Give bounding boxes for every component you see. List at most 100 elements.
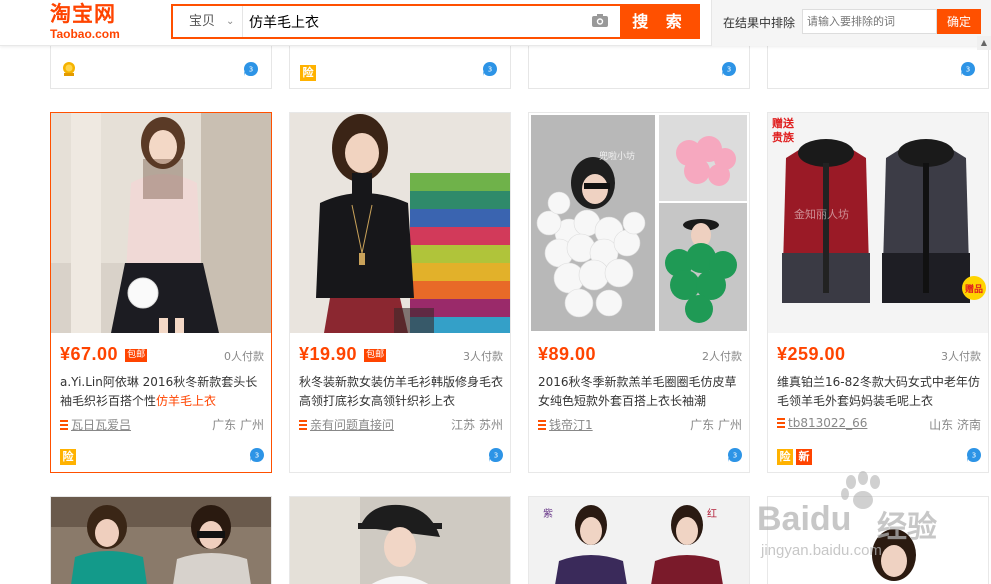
paid-count: 3人付款	[463, 350, 503, 363]
chevron-down-icon: ⌄	[226, 16, 235, 27]
svg-text:3: 3	[733, 452, 737, 460]
price: ¥19.90	[299, 344, 358, 364]
shop-link[interactable]: 钱帝汀1	[549, 418, 593, 432]
exclude-label: 在结果中排除	[723, 16, 796, 30]
insurance-badge[interactable]: 险	[777, 449, 793, 465]
product-photo[interactable]	[51, 497, 272, 584]
logo-en-text: Taobao.com	[50, 27, 120, 41]
exclude-confirm-button[interactable]: 确定	[937, 9, 981, 34]
svg-text:3: 3	[727, 66, 731, 74]
price: ¥259.00	[777, 344, 846, 364]
shop-icon	[538, 420, 546, 430]
search-type-label: 宝贝	[189, 14, 216, 29]
search-box: 宝贝 ⌄ 搜 索	[171, 4, 700, 39]
product-photo[interactable]	[768, 497, 989, 584]
new-badge[interactable]: 新	[796, 449, 812, 465]
product-card-top-3[interactable]: 3	[528, 46, 750, 89]
product-photo[interactable]: 兜啦小坊	[529, 113, 749, 333]
product-photo[interactable]: 紫 红	[529, 497, 750, 584]
product-card-top-2[interactable]: 险 3	[289, 46, 511, 89]
search-type-dropdown[interactable]: 宝贝 ⌄	[173, 6, 243, 37]
camera-icon[interactable]	[591, 13, 609, 28]
shop-icon	[777, 418, 785, 428]
photo-tag-text: 赠送	[772, 116, 795, 130]
product-card-bottom-1[interactable]	[50, 496, 272, 584]
search-input[interactable]	[249, 6, 579, 37]
product-card[interactable]: ¥19.90 包邮 3人付款 秋冬装新款女装仿羊毛衫韩版修身毛衣高领打底衫女高领…	[289, 112, 511, 473]
photo-tag2-text: 贵族	[772, 130, 795, 144]
svg-text:3: 3	[494, 452, 498, 460]
shop-row: tb813022_66 山东 济南	[777, 416, 982, 432]
product-title-text: 2016秋冬季新款羔羊毛圈圈毛仿皮草女纯色短款外套百搭上衣长袖潮	[538, 375, 737, 408]
free-shipping-badge: 包邮	[125, 349, 148, 362]
wangwang-chat-icon[interactable]: 3	[721, 61, 737, 77]
product-photo[interactable]	[290, 497, 511, 584]
shop-icon	[60, 420, 68, 430]
shop-link[interactable]: 亲有问题直接问	[310, 418, 394, 432]
product-title[interactable]: 2016秋冬季新款羔羊毛圈圈毛仿皮草女纯色短款外套百搭上衣长袖潮	[538, 373, 743, 411]
product-title-text: 维真铂兰16-82冬款大码女式中老年仿毛领羊毛外套妈妈装毛呢上衣	[777, 375, 980, 408]
paid-count: 2人付款	[702, 350, 742, 363]
price: ¥89.00	[538, 344, 597, 364]
color-label-purple: 紫	[543, 508, 553, 520]
photo-watermark-text: 金知丽人坊	[794, 207, 849, 221]
svg-text:3: 3	[972, 452, 976, 460]
product-photo[interactable]	[290, 113, 510, 333]
exclude-panel: 在结果中排除 确定	[711, 0, 991, 46]
insurance-badge[interactable]: 险	[60, 449, 76, 465]
free-shipping-badge: 包邮	[364, 349, 387, 362]
wangwang-chat-icon[interactable]: 3	[243, 61, 259, 77]
product-card[interactable]: 兜啦小坊 ¥89.00 2人付款 2016秋冬季新款羔羊毛圈圈毛仿皮草女纯色短款…	[528, 112, 750, 473]
shop-row: 亲有问题直接问 江苏 苏州	[299, 416, 504, 432]
svg-text:3: 3	[966, 66, 970, 74]
service-icons: 3	[299, 445, 504, 463]
gold-medal-icon	[61, 61, 77, 81]
product-title[interactable]: 维真铂兰16-82冬款大码女式中老年仿毛领羊毛外套妈妈装毛呢上衣	[777, 373, 982, 411]
price: ¥67.00	[60, 344, 119, 364]
wangwang-chat-icon[interactable]: 3	[249, 447, 265, 463]
product-card[interactable]: ¥67.00 包邮 0人付款 a.Yi.Lin阿依琳 2016秋冬新款套头长袖毛…	[50, 112, 272, 473]
product-card-top-1[interactable]: 3	[50, 46, 272, 89]
search-button[interactable]: 搜 索	[620, 4, 700, 39]
product-title[interactable]: 秋冬装新款女装仿羊毛衫韩版修身毛衣高领打底衫女高领针织衫上衣	[299, 373, 504, 411]
exclude-input[interactable]	[802, 9, 937, 34]
product-photo[interactable]	[51, 113, 271, 333]
insurance-badge: 险	[300, 65, 316, 81]
scroll-up-arrow-icon[interactable]: ▲	[977, 36, 991, 50]
wangwang-chat-icon[interactable]: 3	[482, 61, 498, 77]
color-label-red: 红	[707, 507, 717, 520]
location: 山东 济南	[929, 418, 981, 432]
product-photo[interactable]: 赠送 贵族 金知丽人坊 赠品	[768, 113, 988, 333]
product-title[interactable]: a.Yi.Lin阿依琳 2016秋冬新款套头长袖毛织衫百搭个性仿羊毛上衣	[60, 373, 265, 411]
product-card-bottom-4[interactable]	[767, 496, 989, 584]
shop-icon	[299, 420, 307, 430]
service-icons: 险新 3	[777, 445, 982, 465]
photo-overlay-text: 兜啦小坊	[599, 150, 635, 162]
wangwang-chat-icon[interactable]: 3	[960, 61, 976, 77]
paid-count: 3人付款	[941, 350, 981, 363]
shop-row: 钱帝汀1 广东 广州	[538, 416, 743, 432]
wangwang-chat-icon[interactable]: 3	[488, 447, 504, 463]
shop-row: 瓦日瓦爱吕 广东 广州	[60, 416, 265, 432]
taobao-logo[interactable]: 淘宝网 Taobao.com	[50, 2, 150, 42]
logo-cn-text: 淘宝网	[50, 2, 116, 26]
location: 广东 广州	[212, 418, 264, 432]
product-title-text: 秋冬装新款女装仿羊毛衫韩版修身毛衣高领打底衫女高领针织衫上衣	[299, 375, 504, 408]
price-row: ¥259.00 3人付款	[777, 344, 982, 366]
product-card-bottom-3[interactable]: 紫 红	[528, 496, 750, 584]
price-row: ¥67.00 包邮 0人付款	[60, 344, 265, 366]
service-icons: 险 3	[60, 445, 265, 465]
location: 广东 广州	[690, 418, 742, 432]
product-card[interactable]: 赠送 贵族 金知丽人坊 赠品 ¥259.00 3人付款 维真铂兰16-82冬款大…	[767, 112, 989, 473]
photo-gift-text: 赠品	[965, 283, 983, 295]
shop-link[interactable]: tb813022_66	[788, 416, 867, 430]
shop-link[interactable]: 瓦日瓦爱吕	[71, 418, 131, 432]
product-title-highlight: 仿羊毛上衣	[156, 394, 217, 408]
location: 江苏 苏州	[451, 418, 503, 432]
product-card-top-4[interactable]: 3	[767, 46, 989, 89]
wangwang-chat-icon[interactable]: 3	[727, 447, 743, 463]
price-row: ¥89.00 2人付款	[538, 344, 743, 366]
wangwang-chat-icon[interactable]: 3	[966, 447, 982, 463]
service-icons: 3	[538, 445, 743, 463]
product-card-bottom-2[interactable]	[289, 496, 511, 584]
